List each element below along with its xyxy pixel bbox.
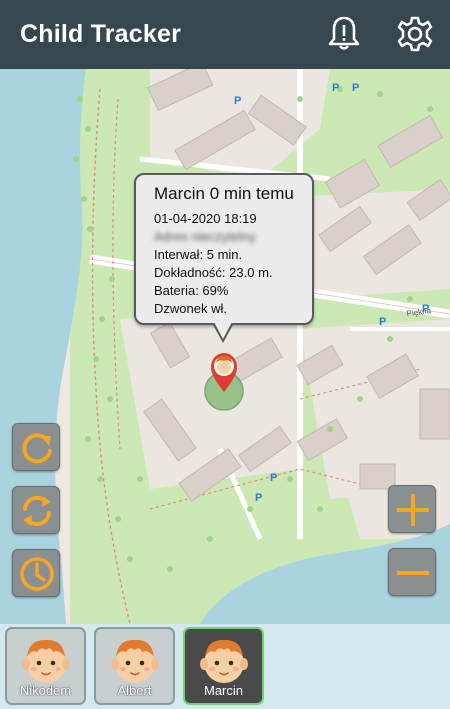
parking-label: P [379,316,386,328]
map-view[interactable]: P P P P P P P Piękna Marcin 0 min temu 0… [0,69,450,624]
app-bar: Child Tracker [0,0,450,69]
popup-battery: Bateria: 69% [154,283,229,298]
parking-label: P [352,82,359,94]
parking-label: P [255,492,262,504]
refresh-button[interactable] [12,423,60,471]
sync-icon [23,495,51,527]
plus-icon [397,494,429,526]
child-avatar-icon [22,639,70,683]
zoom-out-button[interactable] [388,548,436,596]
sync-button[interactable] [12,486,60,534]
popup-accuracy: Dokładność: 23.0 m. [154,265,273,280]
clock-icon [20,557,54,591]
popup-title: Marcin 0 min temu [154,184,294,203]
popup-ringer: Dzwonek wł. [154,301,227,316]
parking-label: P [332,82,339,94]
children-bar: Nikodem Albert Marcin [0,624,450,709]
child-card-marcin[interactable]: Marcin [183,627,264,705]
child-name: Marcin [203,683,243,698]
minus-icon [397,571,429,575]
child-avatar-icon [111,639,159,683]
child-card-nikodem[interactable]: Nikodem [5,627,86,705]
parking-label: P [270,472,277,484]
gear-icon[interactable] [395,14,435,54]
parking-label: P [234,95,241,107]
child-card-albert[interactable]: Albert [94,627,175,705]
bell-alert-icon[interactable] [324,14,364,54]
child-name: Nikodem [19,683,72,698]
zoom-in-button[interactable] [388,485,436,533]
popup-address: Adres nieczytelny [154,229,256,244]
location-info-popup[interactable]: Marcin 0 min temu 01-04-2020 18:19 Adres… [134,173,314,325]
child-name: Albert [117,683,152,698]
popup-datetime: 01-04-2020 18:19 [154,211,257,226]
app-title: Child Tracker [20,20,181,48]
history-button[interactable] [12,549,60,597]
popup-pointer-fill [214,322,232,339]
refresh-icon [22,433,52,464]
child-avatar-icon [200,639,248,683]
map-tiles[interactable]: P P P P P P P Piękna [0,69,450,624]
popup-interval: Interwał: 5 min. [154,247,243,262]
